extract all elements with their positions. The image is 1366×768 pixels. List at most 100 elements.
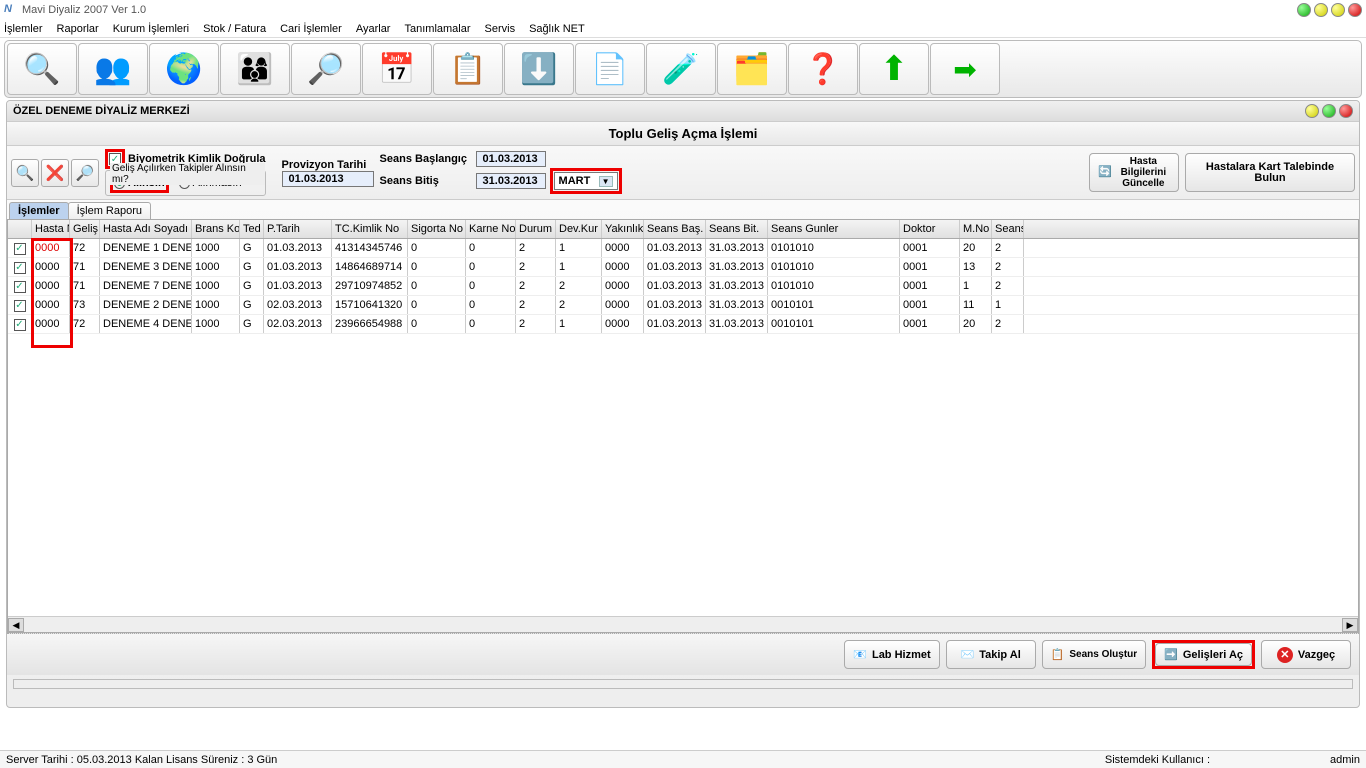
panel-close-icon[interactable] xyxy=(1339,104,1353,118)
row-checkbox[interactable]: ✓ xyxy=(14,300,26,312)
refresh-icon: 🔄 xyxy=(1098,167,1112,178)
month-select[interactable]: MART ▼ xyxy=(554,172,618,190)
toolbar-calendar-icon[interactable]: 📅 xyxy=(362,43,432,95)
toolbar-exit-icon[interactable]: ➡ xyxy=(930,43,1000,95)
row-checkbox[interactable]: ✓ xyxy=(14,243,26,255)
menu-ayarlar[interactable]: Ayarlar xyxy=(356,23,391,35)
toolbar-world-icon[interactable]: 🌍 xyxy=(149,43,219,95)
toolbar-users-icon[interactable]: 👥 xyxy=(78,43,148,95)
forward-icon: ➡️ xyxy=(1164,648,1178,661)
seans-button[interactable]: 📋Seans Oluştur xyxy=(1042,640,1147,669)
data-grid: Hasta No Geliş Hasta Adı Soyadı Brans Ko… xyxy=(7,219,1359,633)
table-row[interactable]: ✓000072DENEME 4 DENEME1000G02.03.2013239… xyxy=(8,315,1358,334)
close-icon[interactable] xyxy=(1348,3,1362,17)
seans-bit-date[interactable]: 31.03.2013 xyxy=(476,173,546,189)
toolbar-download-icon[interactable]: ⬇️ xyxy=(504,43,574,95)
list-icon: 📋 xyxy=(1051,648,1065,661)
horizontal-scrollbar[interactable]: ◀ ▶ xyxy=(8,616,1358,632)
tab-islemler[interactable]: İşlemler xyxy=(9,202,69,219)
tab-rapor[interactable]: İşlem Raporu xyxy=(68,202,151,219)
tabs: İşlemler İşlem Raporu xyxy=(9,202,1359,219)
envelope-icon: ✉️ xyxy=(961,648,975,661)
menu-islemler[interactable]: İşlemler xyxy=(4,23,43,35)
lab-button[interactable]: 📧 Lab Hizmet xyxy=(844,640,939,669)
col-doktor[interactable]: Doktor xyxy=(900,220,960,238)
toolbar-settings-icon[interactable]: 🗂️ xyxy=(717,43,787,95)
kart-label: Hastalara Kart Talebinde Bulun xyxy=(1194,162,1346,184)
toolbar-up-icon[interactable]: ⬆ xyxy=(859,43,929,95)
kart-button[interactable]: Hastalara Kart Talebinde Bulun xyxy=(1185,153,1355,192)
toolbar-help-icon[interactable]: ❓ xyxy=(788,43,858,95)
gelisleri-label: Gelişleri Aç xyxy=(1183,649,1243,661)
restore-icon[interactable] xyxy=(1331,3,1345,17)
col-devkur[interactable]: Dev.Kur xyxy=(556,220,602,238)
toolbar-group-icon[interactable]: 👨‍👩‍👦 xyxy=(220,43,290,95)
toolbar-magnify-icon[interactable]: 🔎 xyxy=(291,43,361,95)
col-gelis[interactable]: Geliş xyxy=(70,220,100,238)
guncelle-button[interactable]: 🔄 Hasta Bilgilerini Güncelle xyxy=(1089,153,1179,192)
lab-label: Lab Hizmet xyxy=(872,649,931,661)
seans-bit-label: Seans Bitiş xyxy=(380,175,472,187)
menu-cari[interactable]: Cari İşlemler xyxy=(280,23,342,35)
panel-max-icon[interactable] xyxy=(1322,104,1336,118)
vazgec-button[interactable]: ✕Vazgeç xyxy=(1261,640,1351,669)
zoom-button[interactable]: 🔎 xyxy=(71,159,99,187)
col-ted[interactable]: Ted xyxy=(240,220,264,238)
zoom-in-button[interactable]: 🔍 xyxy=(11,159,39,187)
col-yakin[interactable]: Yakınlık xyxy=(602,220,644,238)
menu-saglik[interactable]: Sağlık NET xyxy=(529,23,585,35)
guncelle-label: Hasta Bilgilerini Güncelle xyxy=(1117,156,1170,189)
chevron-down-icon[interactable]: ▼ xyxy=(599,176,613,187)
toolbar-notes-icon[interactable]: 📋 xyxy=(433,43,503,95)
col-sbit[interactable]: Seans Bit. xyxy=(706,220,768,238)
col-tc[interactable]: TC.Kimlik No xyxy=(332,220,408,238)
menu-kurum[interactable]: Kurum İşlemleri xyxy=(113,23,189,35)
app-toolbar: 🔍 👥 🌍 👨‍👩‍👦 🔎 📅 📋 ⬇️ 📄 🧪 🗂️ ❓ ⬆ ➡ xyxy=(4,40,1362,98)
col-karne[interactable]: Karne No xyxy=(466,220,516,238)
status-user: admin xyxy=(1330,754,1360,766)
minimize-icon[interactable] xyxy=(1297,3,1311,17)
takip-label: Takip Al xyxy=(979,649,1021,661)
titlebar-text: Mavi Diyaliz 2007 Ver 1.0 xyxy=(22,4,146,16)
menu-servis[interactable]: Servis xyxy=(485,23,516,35)
col-ptarih[interactable]: P.Tarih xyxy=(264,220,332,238)
menu-raporlar[interactable]: Raporlar xyxy=(57,23,99,35)
col-adi[interactable]: Hasta Adı Soyadı xyxy=(100,220,192,238)
col-brans[interactable]: Brans Ko xyxy=(192,220,240,238)
grid-body: ✓000072DENEME 1 DENEME1000G01.03.2013413… xyxy=(8,239,1358,334)
provizyon-date[interactable]: 01.03.2013 xyxy=(282,171,374,187)
takip-button[interactable]: ✉️ Takip Al xyxy=(946,640,1036,669)
maximize-icon[interactable] xyxy=(1314,3,1328,17)
toolbar-lab-icon[interactable]: 🧪 xyxy=(646,43,716,95)
col-seans[interactable]: Seans xyxy=(992,220,1024,238)
col-mno[interactable]: M.No xyxy=(960,220,992,238)
col-check[interactable] xyxy=(8,220,32,238)
clear-button[interactable]: ❌ xyxy=(41,159,69,187)
menu-tanim[interactable]: Tanımlamalar xyxy=(404,23,470,35)
gelisleri-ac-button[interactable]: ➡️ Gelişleri Aç xyxy=(1155,643,1252,666)
toolbar-search-icon[interactable]: 🔍 xyxy=(7,43,77,95)
table-row[interactable]: ✓000071DENEME 3 DENEME1000G01.03.2013148… xyxy=(8,258,1358,277)
table-row[interactable]: ✓000072DENEME 1 DENEME1000G01.03.2013413… xyxy=(8,239,1358,258)
col-hastano[interactable]: Hasta No xyxy=(32,220,70,238)
scroll-left-icon[interactable]: ◀ xyxy=(8,618,24,632)
seans-bas-date[interactable]: 01.03.2013 xyxy=(476,151,546,167)
table-row[interactable]: ✓000071DENEME 7 DENEME1000G01.03.2013297… xyxy=(8,277,1358,296)
table-row[interactable]: ✓000073DENEME 2 DENEME1000G02.03.2013157… xyxy=(8,296,1358,315)
panel-header: ÖZEL DENEME DİYALİZ MERKEZİ xyxy=(7,101,1359,121)
col-sbas[interactable]: Seans Baş. xyxy=(644,220,706,238)
filter-row: 🔍 ❌ 🔎 ✓ Biyometrik Kimlik Doğrula Geliş … xyxy=(7,146,1359,200)
col-sgun[interactable]: Seans Gunler xyxy=(768,220,900,238)
col-durum[interactable]: Durum xyxy=(516,220,556,238)
mail-icon: 📧 xyxy=(853,648,867,661)
row-checkbox[interactable]: ✓ xyxy=(14,319,26,331)
main-panel: ÖZEL DENEME DİYALİZ MERKEZİ Toplu Geliş … xyxy=(6,100,1360,708)
row-checkbox[interactable]: ✓ xyxy=(14,262,26,274)
status-left: Server Tarihi : 05.03.2013 Kalan Lisans … xyxy=(6,754,277,766)
row-checkbox[interactable]: ✓ xyxy=(14,281,26,293)
menu-stok[interactable]: Stok / Fatura xyxy=(203,23,266,35)
col-sigorta[interactable]: Sigorta No xyxy=(408,220,466,238)
toolbar-refresh-icon[interactable]: 📄 xyxy=(575,43,645,95)
scroll-right-icon[interactable]: ▶ xyxy=(1342,618,1358,632)
panel-min-icon[interactable] xyxy=(1305,104,1319,118)
